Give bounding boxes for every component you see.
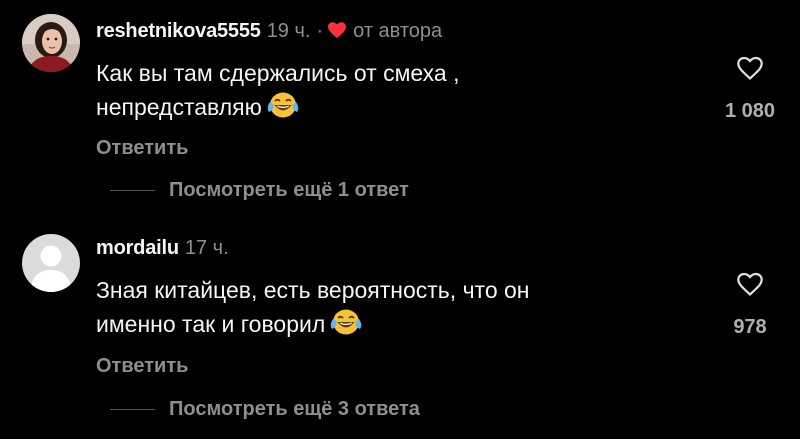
face-with-tears-of-joy-icon bbox=[266, 90, 300, 129]
view-replies-button[interactable]: Посмотреть ещё 3 ответа bbox=[96, 397, 420, 421]
comment-text-line: Зная китайцев, есть вероятность, что он bbox=[96, 277, 530, 303]
like-count: 1 080 bbox=[724, 100, 776, 122]
heart-filled-icon bbox=[327, 21, 347, 45]
comment-header: reshetnikova5555 19 ч. · от автора bbox=[96, 19, 442, 43]
username[interactable]: mordailu bbox=[96, 237, 179, 259]
default-avatar-icon bbox=[22, 234, 80, 292]
avatar[interactable] bbox=[22, 14, 80, 72]
heart-outline-icon[interactable] bbox=[710, 55, 790, 86]
author-like-label: от автора bbox=[353, 20, 443, 42]
comment-text-line: Как вы там сдержались от смеха , bbox=[96, 60, 460, 86]
comment-text-line: непредставляю bbox=[96, 94, 262, 120]
comment-header: mordailu 17 ч. bbox=[96, 236, 229, 260]
like-control[interactable]: 1 080 bbox=[710, 55, 790, 123]
comment-text: Как вы там сдержались от смеха , непредс… bbox=[96, 56, 696, 129]
view-replies-button[interactable]: Посмотреть ещё 1 ответ bbox=[96, 178, 409, 202]
separator: · bbox=[316, 20, 324, 42]
divider bbox=[110, 408, 155, 410]
timestamp: 19 ч. bbox=[266, 20, 311, 42]
reply-button[interactable]: Ответить bbox=[96, 355, 188, 378]
view-replies-label: Посмотреть ещё 1 ответ bbox=[169, 178, 409, 201]
face-with-tears-of-joy-icon bbox=[329, 307, 363, 346]
username[interactable]: reshetnikova5555 bbox=[96, 20, 261, 42]
comment-text-line: именно так и говорил bbox=[96, 311, 326, 337]
like-control[interactable]: 978 bbox=[710, 271, 790, 339]
divider bbox=[110, 189, 155, 191]
avatar[interactable] bbox=[22, 234, 80, 292]
like-count: 978 bbox=[733, 316, 767, 338]
comment-text: Зная китайцев, есть вероятность, что он … bbox=[96, 273, 696, 346]
view-replies-label: Посмотреть ещё 3 ответа bbox=[169, 397, 420, 420]
timestamp: 17 ч. bbox=[184, 237, 229, 259]
heart-outline-icon[interactable] bbox=[710, 271, 790, 302]
reply-button[interactable]: Ответить bbox=[96, 137, 188, 160]
avatar-photo bbox=[22, 14, 80, 72]
